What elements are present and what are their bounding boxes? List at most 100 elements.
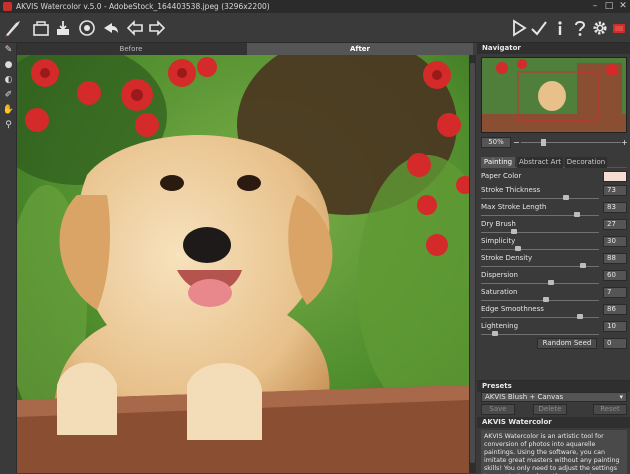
param-label: Stroke Thickness	[481, 186, 541, 194]
panel-tabs: Painting Abstract Art Decoration	[481, 157, 627, 168]
pencil-tool-icon[interactable]: ✐	[0, 88, 17, 103]
tab-after[interactable]: After	[247, 43, 473, 55]
minimize-button[interactable]: –	[588, 0, 602, 13]
scrollbar-thumb[interactable]	[470, 63, 475, 463]
zoom-tool-icon[interactable]: ⚲	[0, 118, 17, 133]
param-slider-thumb[interactable]	[562, 195, 569, 200]
paper-color-swatch[interactable]	[603, 171, 627, 182]
param-row: Stroke Thickness 73	[481, 185, 627, 202]
info-icon[interactable]	[551, 19, 569, 37]
drop-tool-icon[interactable]: ●	[0, 58, 17, 73]
param-slider[interactable]	[481, 300, 599, 301]
zoom-in-icon[interactable]: +	[621, 137, 628, 148]
preset-selected: AKVIS Blush + Canvas	[485, 393, 564, 401]
image-canvas[interactable]	[17, 55, 469, 473]
brush-logo-icon	[3, 19, 25, 37]
param-slider-thumb[interactable]	[542, 297, 549, 302]
param-slider-thumb[interactable]	[548, 280, 555, 285]
delete-preset-button[interactable]: Delete	[533, 404, 567, 415]
navigator-title: Navigator	[477, 43, 630, 54]
param-slider-thumb[interactable]	[514, 246, 521, 251]
zoom-out-icon[interactable]: −	[513, 137, 520, 148]
canvas-scrollbar[interactable]	[469, 55, 476, 473]
settings-icon[interactable]	[591, 19, 609, 37]
param-row: Edge Smoothness 86	[481, 304, 627, 321]
random-seed-button[interactable]: Random Seed	[537, 338, 597, 349]
undo-icon[interactable]	[126, 19, 144, 37]
info-text: AKVIS Watercolor is an artistic tool for…	[481, 430, 627, 474]
about-icon[interactable]	[610, 19, 628, 37]
param-value-field[interactable]: 86	[603, 304, 627, 315]
chevron-down-icon: ▾	[619, 393, 623, 401]
share-icon[interactable]	[102, 19, 120, 37]
param-slider[interactable]	[481, 215, 599, 216]
title-bar: AKVIS Watercolor v.5.0 - AdobeStock_1644…	[0, 0, 630, 13]
zoom-select[interactable]: 50%	[481, 137, 511, 148]
zoom-row: 50% − +	[481, 137, 628, 148]
run-icon[interactable]	[510, 19, 528, 37]
param-value-field[interactable]: 7	[603, 287, 627, 298]
param-slider[interactable]	[481, 198, 599, 199]
save-preset-button[interactable]: Save	[481, 404, 515, 415]
param-slider-thumb[interactable]	[573, 212, 580, 217]
param-label: Lightening	[481, 322, 519, 330]
apply-icon[interactable]	[530, 19, 548, 37]
param-value-field[interactable]: 27	[603, 219, 627, 230]
zoom-slider-thumb[interactable]	[541, 139, 546, 146]
redo-icon[interactable]	[148, 19, 166, 37]
paper-color-label: Paper Color	[481, 172, 522, 180]
settings-panel: Navigator 50% − + Painting Abstract Art …	[477, 43, 630, 473]
param-slider[interactable]	[481, 249, 599, 250]
preset-select[interactable]: AKVIS Blush + Canvas ▾	[481, 392, 627, 402]
navigator-thumbnail	[482, 58, 626, 132]
presets-title: Presets	[477, 381, 630, 392]
param-label: Dispersion	[481, 271, 518, 279]
tab-before[interactable]: Before	[17, 43, 245, 55]
param-slider-thumb[interactable]	[577, 314, 584, 319]
param-row: Dry Brush 27	[481, 219, 627, 236]
app-icon	[3, 2, 12, 11]
watercolor-dog-image	[17, 55, 469, 473]
zoom-slider[interactable]	[521, 142, 621, 143]
param-slider-thumb[interactable]	[511, 229, 518, 234]
reset-preset-button[interactable]: Reset	[593, 404, 627, 415]
paper-color-row: Paper Color	[481, 171, 627, 185]
param-value-field[interactable]: 83	[603, 202, 627, 213]
hand-tool-icon[interactable]: ✋	[0, 103, 17, 118]
param-slider[interactable]	[481, 232, 599, 233]
parameters: Paper Color Stroke Thickness 73 Max Stroke…	[481, 171, 627, 352]
info-title: AKVIS Watercolor	[477, 417, 630, 428]
param-label: Stroke Density	[481, 254, 533, 262]
param-value-field[interactable]: 88	[603, 253, 627, 264]
param-label: Simplicity	[481, 237, 516, 245]
tools-panel: ✎ ● ◐ ✐ ✋ ⚲	[0, 43, 17, 473]
param-row: Stroke Density 88	[481, 253, 627, 270]
param-value-field[interactable]: 60	[603, 270, 627, 281]
tab-abstract-art[interactable]: Abstract Art	[517, 157, 563, 168]
param-slider[interactable]	[481, 283, 599, 284]
smudge-tool-icon[interactable]: ◐	[0, 73, 17, 88]
param-slider[interactable]	[481, 334, 599, 335]
param-label: Saturation	[481, 288, 518, 296]
random-seed-value[interactable]: 0	[603, 338, 627, 349]
print-icon[interactable]	[78, 19, 96, 37]
toolbar	[0, 13, 630, 43]
param-value-field[interactable]: 30	[603, 236, 627, 247]
close-button[interactable]: ✕	[616, 0, 630, 13]
navigator-preview[interactable]	[481, 57, 627, 133]
save-icon[interactable]	[54, 19, 72, 37]
tab-painting[interactable]: Painting	[481, 157, 515, 168]
param-row: Dispersion 60	[481, 270, 627, 287]
random-seed-row: Random Seed 0	[481, 338, 627, 352]
param-value-field[interactable]: 10	[603, 321, 627, 332]
param-slider-thumb[interactable]	[579, 263, 586, 268]
param-row: Max Stroke Length 83	[481, 202, 627, 219]
open-file-icon[interactable]	[32, 19, 50, 37]
param-slider-thumb[interactable]	[492, 331, 499, 336]
brush-tool-icon[interactable]: ✎	[0, 43, 17, 58]
help-icon[interactable]	[571, 19, 589, 37]
maximize-button[interactable]: □	[602, 0, 616, 13]
tab-decoration[interactable]: Decoration	[565, 157, 607, 168]
view-tabs: Before After	[17, 43, 473, 55]
param-value-field[interactable]: 73	[603, 185, 627, 196]
